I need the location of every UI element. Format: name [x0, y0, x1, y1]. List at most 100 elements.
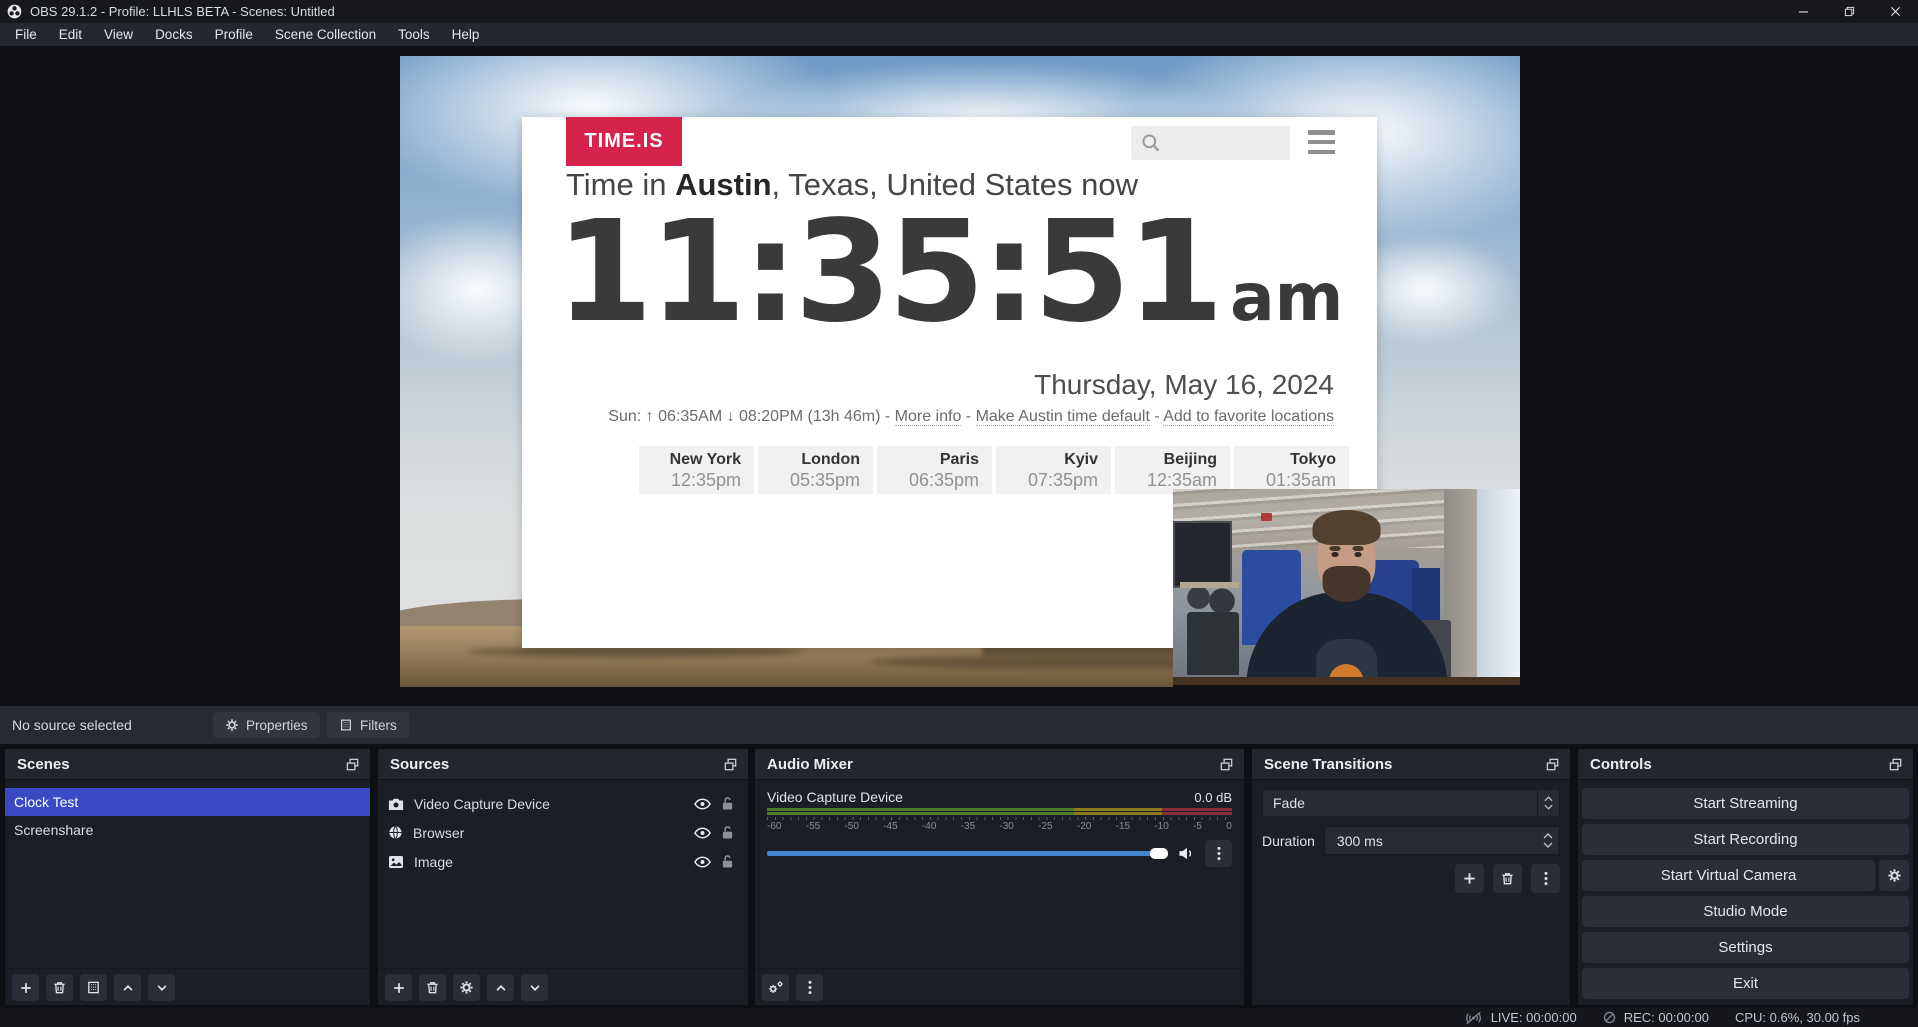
chevron-up-icon — [121, 981, 135, 995]
menu-help[interactable]: Help — [441, 23, 491, 46]
add-source-button[interactable] — [385, 974, 412, 1001]
chevron-up-icon — [1544, 796, 1553, 802]
double-gear-icon — [767, 980, 784, 995]
volume-slider[interactable] — [767, 851, 1168, 856]
menu-docks[interactable]: Docks — [144, 23, 204, 46]
program-canvas[interactable]: TIME.IS Time in Austin, Texas, United St… — [400, 56, 1520, 687]
transition-select-spinner[interactable] — [1537, 790, 1559, 816]
popout-icon[interactable] — [723, 757, 738, 772]
remove-source-button[interactable] — [419, 974, 446, 1001]
mixer-menu-button[interactable] — [796, 974, 823, 1001]
channel-menu-button[interactable] — [1205, 840, 1232, 867]
duration-label: Duration — [1262, 833, 1315, 849]
properties-label: Properties — [246, 718, 308, 733]
transitions-panel-title: Scene Transitions — [1264, 756, 1392, 773]
remove-scene-button[interactable] — [46, 974, 73, 1001]
start-streaming-button[interactable]: Start Streaming — [1582, 788, 1909, 819]
studio-mode-button[interactable]: Studio Mode — [1582, 896, 1909, 927]
popout-icon[interactable] — [1545, 757, 1560, 772]
menu-profile[interactable]: Profile — [204, 23, 264, 46]
city-card: New York12:35pm — [639, 446, 754, 494]
start-virtual-camera-button[interactable]: Start Virtual Camera — [1582, 860, 1875, 891]
make-default-link: Make Austin time default — [976, 408, 1150, 426]
transition-selected-value: Fade — [1263, 795, 1537, 811]
filter-icon — [339, 718, 353, 732]
menu-file[interactable]: File — [4, 23, 48, 46]
cpu-status: CPU: 0.6%, 30.00 fps — [1735, 1010, 1860, 1025]
visibility-eye-icon[interactable] — [694, 798, 711, 810]
plus-icon — [392, 981, 406, 995]
visibility-eye-icon[interactable] — [694, 827, 711, 839]
lock-icon[interactable] — [721, 825, 734, 840]
person-beard — [1322, 566, 1370, 602]
scene-filters-button[interactable] — [80, 974, 107, 1001]
volume-meter — [767, 812, 1232, 815]
menu-view[interactable]: View — [93, 23, 144, 46]
lock-icon[interactable] — [721, 796, 734, 811]
world-clock-row: New York12:35pm London05:35pm Paris06:35… — [639, 446, 1349, 494]
search-icon — [1141, 133, 1161, 153]
move-source-up-button[interactable] — [487, 974, 514, 1001]
person-eye — [1354, 552, 1362, 557]
source-row-image[interactable]: Image — [378, 847, 748, 876]
add-scene-button[interactable] — [12, 974, 39, 1001]
menu-tools[interactable]: Tools — [387, 23, 441, 46]
move-scene-up-button[interactable] — [114, 974, 141, 1001]
date-line: Thursday, May 16, 2024 — [1034, 369, 1334, 401]
mixer-channel-name: Video Capture Device — [767, 789, 903, 805]
controls-panel-title: Controls — [1590, 756, 1652, 773]
exit-button[interactable]: Exit — [1582, 968, 1909, 999]
meter-tickmarks — [767, 817, 1232, 820]
source-row-browser[interactable]: Browser — [378, 818, 748, 847]
duration-spinbox[interactable]: 300 ms — [1324, 826, 1560, 855]
trash-icon — [1500, 871, 1515, 886]
visibility-eye-icon[interactable] — [694, 856, 711, 868]
duration-spinner[interactable] — [1537, 833, 1559, 848]
sources-panel-title: Sources — [390, 756, 449, 773]
move-source-down-button[interactable] — [521, 974, 548, 1001]
source-row-video-capture[interactable]: Video Capture Device — [378, 789, 748, 818]
hamburger-menu-icon — [1308, 130, 1335, 154]
mixer-channel-level: 0.0 dB — [1194, 790, 1232, 805]
plus-icon — [19, 981, 33, 995]
popout-icon[interactable] — [345, 757, 360, 772]
add-transition-button[interactable] — [1455, 864, 1484, 893]
popout-icon[interactable] — [1219, 757, 1234, 772]
start-recording-button[interactable]: Start Recording — [1582, 824, 1909, 855]
city-card: Paris06:35pm — [877, 446, 992, 494]
popout-icon[interactable] — [1888, 757, 1903, 772]
scene-item-screenshare[interactable]: Screenshare — [5, 816, 370, 844]
volume-slider-handle[interactable] — [1150, 848, 1168, 859]
timeis-logo: TIME.IS — [566, 117, 682, 166]
lock-icon[interactable] — [721, 854, 734, 869]
transition-menu-button[interactable] — [1531, 864, 1560, 893]
gear-icon — [225, 718, 239, 732]
properties-button[interactable]: Properties — [213, 712, 320, 738]
move-scene-down-button[interactable] — [148, 974, 175, 1001]
blue-booth-right — [1412, 568, 1440, 623]
plus-icon — [1462, 871, 1477, 886]
broadcast-off-icon — [1464, 1011, 1483, 1025]
settings-button[interactable]: Settings — [1582, 932, 1909, 963]
live-status: LIVE: 00:00:00 — [1464, 1010, 1577, 1025]
restore-button[interactable] — [1826, 0, 1872, 23]
speaker-icon[interactable] — [1178, 846, 1195, 861]
virtual-camera-settings-button[interactable] — [1879, 860, 1909, 891]
clock-display: 11:35:51 am — [522, 203, 1377, 343]
scenes-panel-title: Scenes — [17, 756, 70, 773]
menu-edit[interactable]: Edit — [48, 23, 93, 46]
menu-scene-collection[interactable]: Scene Collection — [264, 23, 387, 46]
site-search-input — [1131, 126, 1290, 160]
gear-icon — [1887, 868, 1902, 883]
volume-meter — [767, 808, 1232, 811]
source-properties-button[interactable] — [453, 974, 480, 1001]
remove-transition-button[interactable] — [1493, 864, 1522, 893]
audio-mixer-panel-title: Audio Mixer — [767, 756, 853, 773]
kebab-menu-icon — [808, 980, 812, 995]
scene-item-clock-test[interactable]: Clock Test — [5, 788, 370, 816]
transition-select[interactable]: Fade — [1262, 789, 1560, 817]
filters-button[interactable]: Filters — [327, 712, 409, 738]
minimize-button[interactable] — [1780, 0, 1826, 23]
close-button[interactable] — [1872, 0, 1918, 23]
advanced-audio-button[interactable] — [762, 974, 789, 1001]
